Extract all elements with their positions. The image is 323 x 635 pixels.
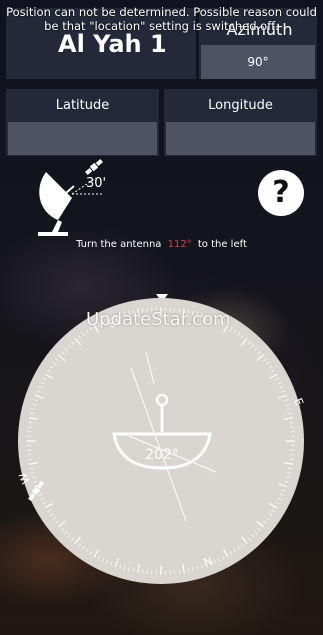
satellite-marker-icon: [28, 480, 44, 502]
longitude-label: Longitude: [208, 98, 273, 113]
satellite-name[interactable]: Al Yah 1: [58, 30, 167, 58]
instruction-suffix: to the left: [197, 239, 247, 250]
compass-heading: 202°: [145, 447, 179, 463]
longitude-field[interactable]: [166, 122, 315, 155]
compass-dial[interactable]: N E S W 202°: [16, 296, 306, 586]
instruction-degrees: 112°: [167, 239, 192, 250]
compass-face: [18, 298, 304, 584]
latitude-field[interactable]: [8, 122, 157, 155]
turn-instruction: Turn the antenna 112° to the left: [0, 239, 323, 250]
watermark: UpdateStar.com: [86, 309, 231, 330]
question-icon: ?: [272, 175, 290, 210]
elevation-value: 30': [86, 176, 107, 191]
latitude-label: Latitude: [55, 98, 110, 113]
satellite-icon: [85, 159, 103, 175]
location-error-message: Position can not be determined. Possible…: [6, 5, 317, 33]
instruction-prefix: Turn the antenna: [76, 239, 162, 250]
azimuth-value: 90°: [247, 55, 269, 69]
help-button[interactable]: ?: [258, 170, 304, 216]
